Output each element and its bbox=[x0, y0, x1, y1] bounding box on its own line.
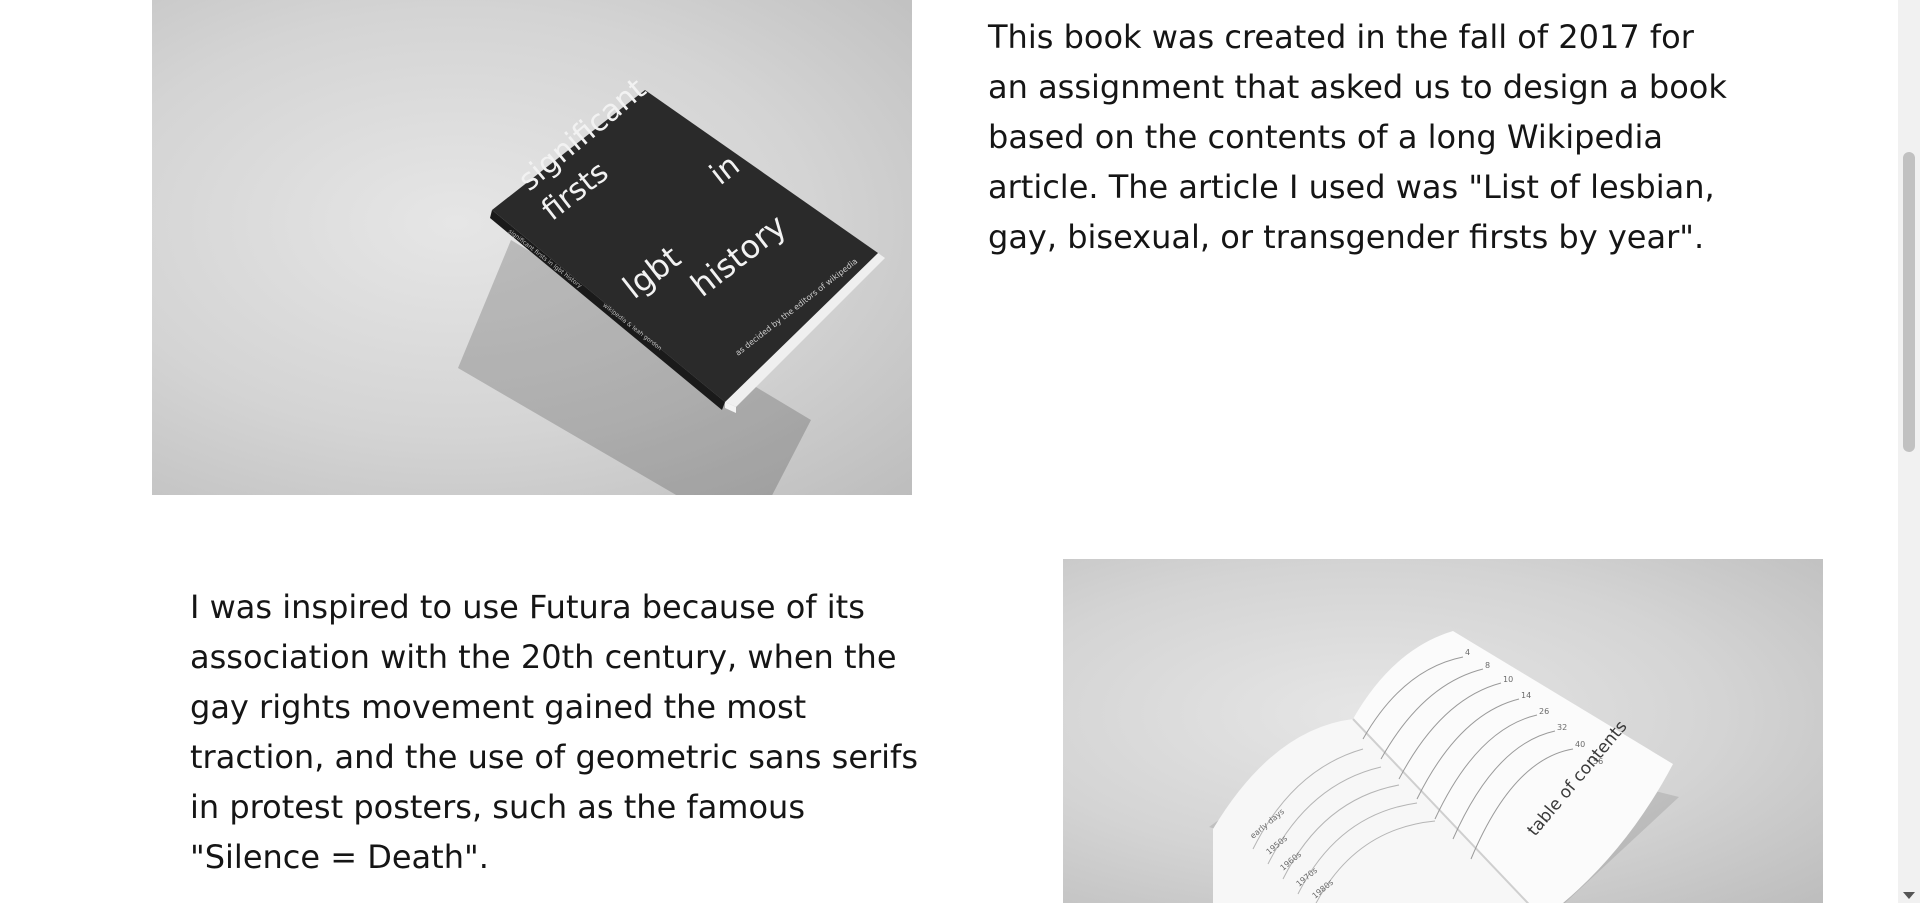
book-cover-image: significant firsts in lgbt history as de… bbox=[152, 0, 912, 495]
font-choice-paragraph: I was inspired to use Futura because of … bbox=[190, 588, 918, 876]
toc-page-num: 4 bbox=[1465, 648, 1470, 657]
scrollbar-thumb[interactable] bbox=[1903, 152, 1915, 452]
toc-page-num: 10 bbox=[1503, 675, 1513, 684]
table-of-contents-image: 4 8 10 14 26 32 40 56 table of contents … bbox=[1063, 559, 1823, 903]
toc-spread-illustration: 4 8 10 14 26 32 40 56 table of contents … bbox=[1209, 631, 1679, 903]
toc-page-num: 8 bbox=[1485, 661, 1490, 670]
toc-page-num: 14 bbox=[1521, 691, 1531, 700]
page-scrollbar[interactable] bbox=[1898, 0, 1920, 903]
book-cover-illustration: significant firsts in lgbt history as de… bbox=[458, 72, 885, 495]
intro-paragraph: This book was created in the fall of 201… bbox=[988, 18, 1727, 256]
toc-page-num: 40 bbox=[1575, 740, 1585, 749]
scroll-down-arrow-icon[interactable] bbox=[1903, 892, 1915, 899]
toc-page-num: 26 bbox=[1539, 707, 1549, 716]
toc-page-num: 32 bbox=[1557, 723, 1567, 732]
